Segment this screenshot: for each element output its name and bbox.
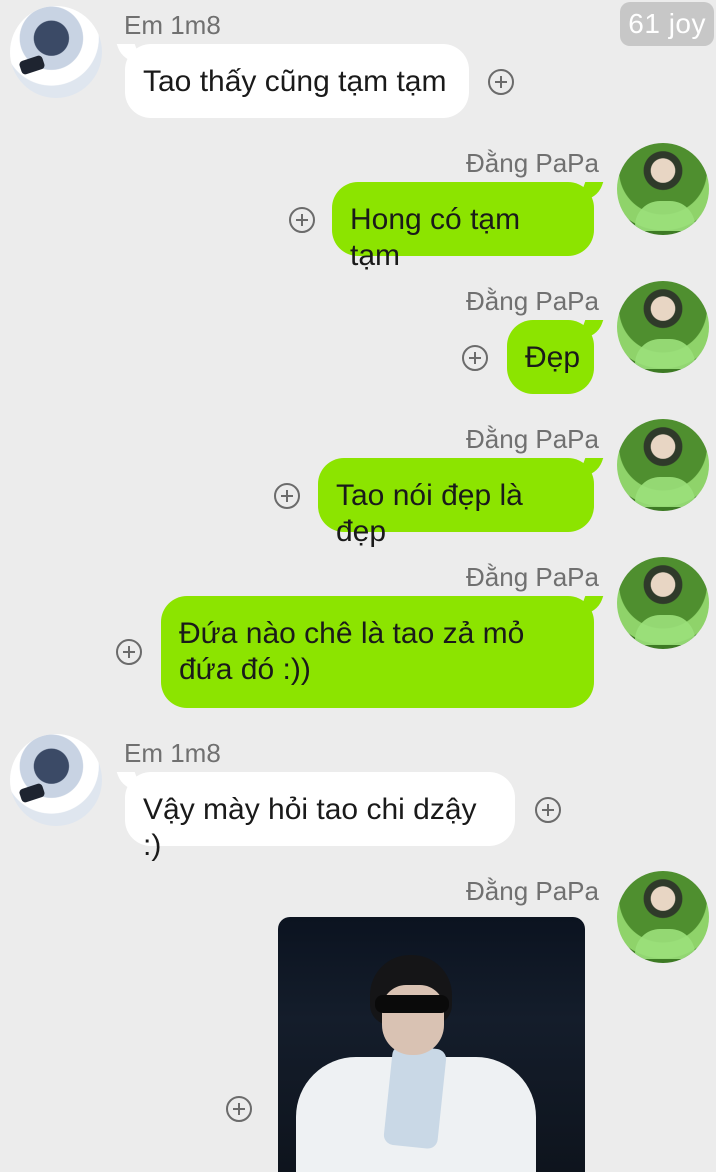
avatar[interactable] (617, 557, 709, 649)
sender-name: Đằng PaPa (466, 562, 599, 592)
message-text: Tao nói đẹp là đẹp (336, 479, 523, 548)
avatar[interactable] (10, 6, 102, 98)
avatar[interactable] (617, 871, 709, 963)
message-bubble[interactable]: Đứa nào chê là tao zả mỏ đứa đó :)) (161, 596, 594, 708)
plus-circle-icon[interactable] (116, 639, 142, 665)
sender-name: Em 1m8 (124, 738, 221, 768)
sender-name: Đằng PaPa (466, 876, 599, 906)
app-badge: 61 joy (620, 2, 714, 46)
avatar[interactable] (617, 419, 709, 511)
sender-name: Đằng PaPa (466, 424, 599, 454)
message-text: Hong có tạm tạm (350, 203, 521, 272)
message-bubble[interactable]: Vậy mày hỏi tao chi dzậy :) (125, 772, 515, 862)
message-bubble[interactable]: Tao nói đẹp là đẹp (318, 458, 594, 548)
sender-name: Đằng PaPa (466, 148, 599, 178)
photo-shape (382, 1044, 448, 1150)
message-text: Đứa nào chê là tao zả mỏ đứa đó :)) (179, 617, 525, 686)
photo-shape (375, 995, 449, 1013)
message-text: Vậy mày hỏi tao chi dzậy :) (143, 793, 477, 862)
plus-circle-icon[interactable] (535, 797, 561, 823)
message-bubble[interactable]: Tao thấy cũng tạm tạm (125, 44, 469, 118)
plus-circle-icon[interactable] (274, 483, 300, 509)
plus-circle-icon[interactable] (226, 1096, 252, 1122)
avatar[interactable] (617, 281, 709, 373)
plus-circle-icon[interactable] (462, 345, 488, 371)
message-bubble[interactable]: Hong có tạm tạm (332, 182, 594, 272)
message-bubble[interactable]: Đẹp (507, 320, 594, 394)
sender-name: Đằng PaPa (466, 286, 599, 316)
message-text: Đẹp (525, 341, 581, 374)
avatar[interactable] (617, 143, 709, 235)
avatar[interactable] (10, 734, 102, 826)
image-message[interactable] (278, 917, 585, 1172)
plus-circle-icon[interactable] (289, 207, 315, 233)
message-text: Tao thấy cũng tạm tạm (143, 65, 447, 98)
sender-name: Em 1m8 (124, 10, 221, 40)
plus-circle-icon[interactable] (488, 69, 514, 95)
